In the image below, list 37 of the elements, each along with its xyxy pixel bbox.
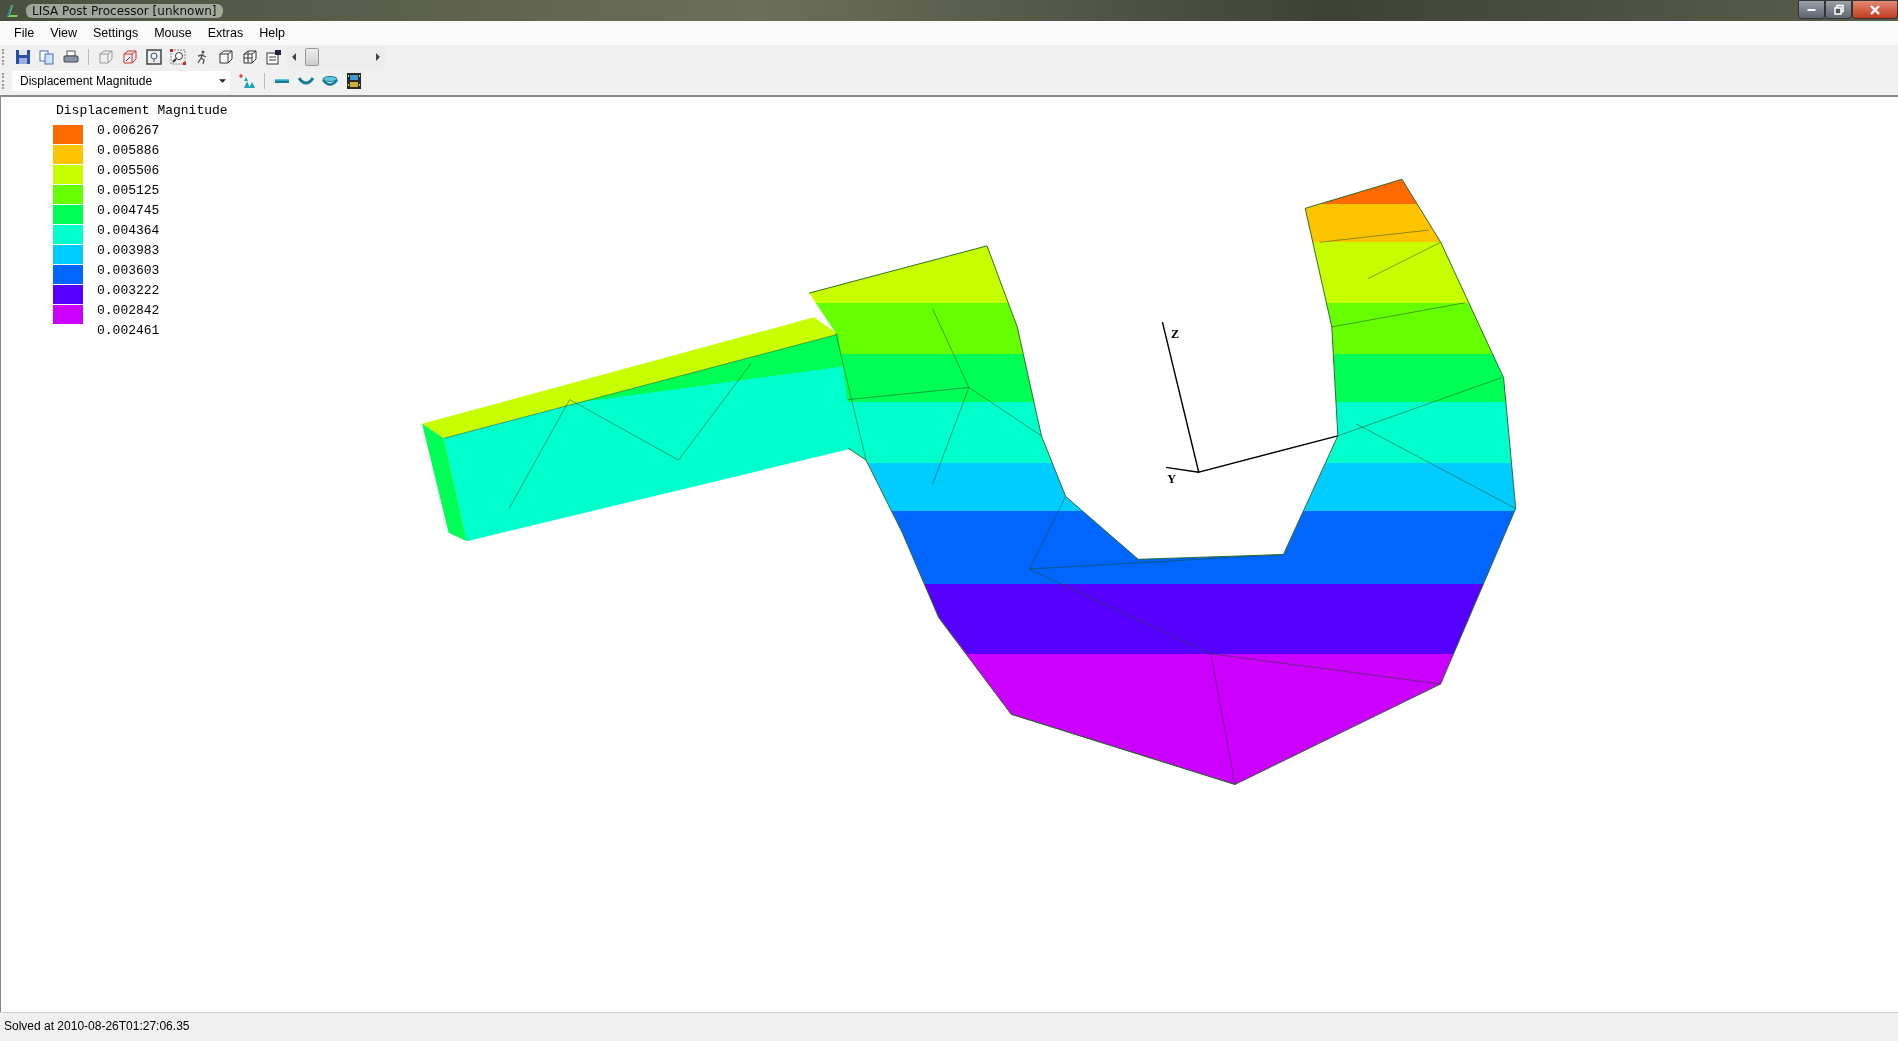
legend-value: 0.005125 [97,182,160,200]
axis-label: Y [1167,472,1176,487]
menu-item[interactable]: Mouse [146,24,200,42]
result-dropdown[interactable]: Displacement Magnitude [12,71,230,91]
menu-item[interactable]: File [6,24,43,42]
legend-value: 0.004745 [97,202,160,220]
zoom-fit-icon[interactable] [143,46,165,68]
right-arrow-icon[interactable] [375,53,381,61]
legend-value: 0.003983 [97,242,160,260]
menu-item[interactable]: Settings [85,24,147,42]
minimize-icon [1807,8,1816,11]
legend-title: Displacement Magnitude [56,102,228,120]
legend-value: 0.002461 [97,322,160,340]
dropdown-caret-icon [219,79,226,83]
legend-value: 0.003222 [97,282,160,300]
legend-value: 0.006267 [97,122,160,140]
menu-item[interactable]: Extras [199,24,252,42]
restore-button[interactable] [1825,0,1852,19]
app-logo-icon [4,2,20,19]
legend-value: 0.004364 [97,222,160,240]
left-arrow-icon[interactable] [291,53,297,61]
window-title: LISA Post Processor [unknown] [26,3,223,18]
legend-value: 0.002842 [97,302,160,320]
menu-item[interactable]: Help [251,24,293,42]
legend-value: 0.005506 [97,162,160,180]
legend-value: 0.005886 [97,142,160,160]
slider-thumb[interactable] [305,48,320,66]
menu-item[interactable]: View [42,24,86,42]
close-icon [1869,3,1881,16]
zoom-slider[interactable] [287,47,385,67]
axis-label: Z [1170,326,1179,341]
zoom-window-icon[interactable] [167,46,189,68]
close-button[interactable] [1852,0,1898,19]
status-text: Solved at 2010-08-26T01:27:06.35 [4,1018,190,1033]
restore-icon [1832,3,1845,16]
minimize-button[interactable] [1798,0,1825,19]
legend-value: 0.003603 [97,262,160,280]
